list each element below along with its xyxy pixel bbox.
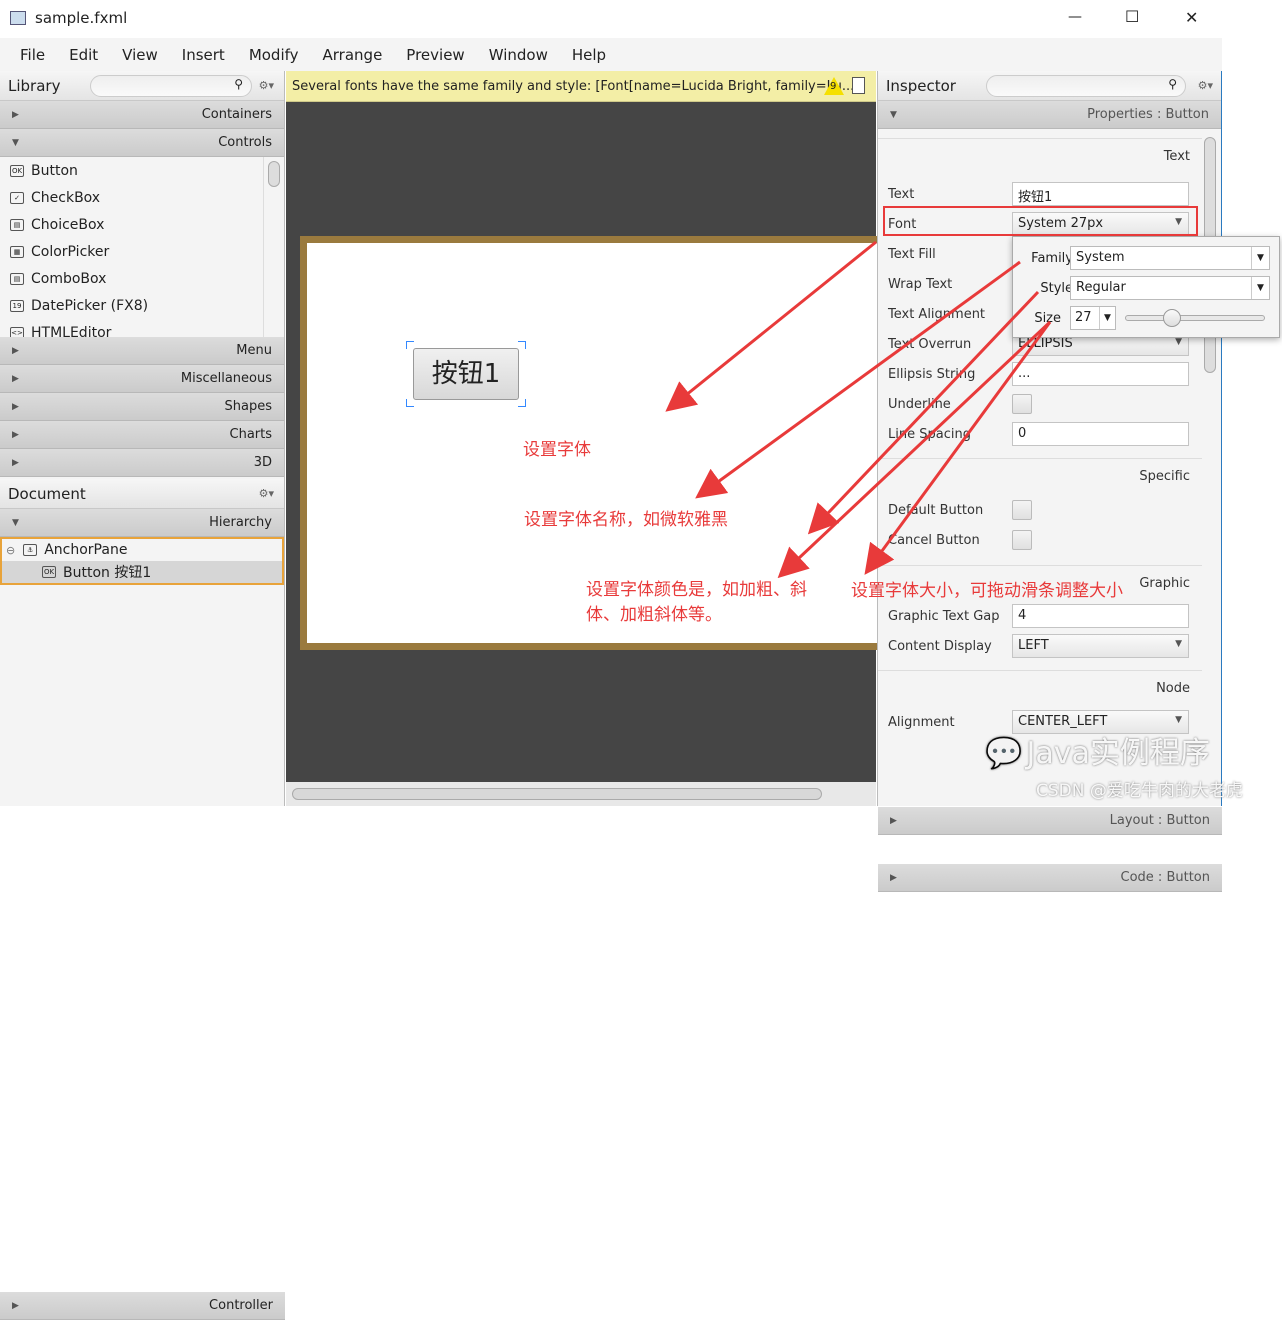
- expand-arrow-icon: ▶: [890, 872, 897, 883]
- section-label: Controller: [209, 1298, 273, 1313]
- controller-section[interactable]: ▶ Controller: [0, 1292, 285, 1320]
- watermark-brand: Java实例程序: [1026, 736, 1210, 771]
- arrow-family: [695, 260, 1021, 499]
- section-label: Code : Button: [1120, 870, 1210, 885]
- arrow-size-b: [864, 321, 1052, 575]
- wechat-icon: 💬: [985, 736, 1023, 771]
- code-section[interactable]: ▶ Code : Button: [878, 864, 1222, 892]
- annotation-arrows: [665, 240, 1052, 579]
- arrow-size-a: [777, 320, 1052, 579]
- expand-arrow-icon: ▶: [12, 1300, 19, 1311]
- watermark: 💬 Java实例程序: [985, 728, 1210, 772]
- annotation-size: 设置字体大小，可拖动滑条调整大小: [851, 581, 1123, 601]
- arrow-font: [665, 240, 877, 412]
- layout-section[interactable]: ▶ Layout : Button: [878, 807, 1222, 835]
- watermark-credit: CSDN @爱吃牛肉的大老虎: [1036, 781, 1243, 801]
- annotation-style: 设置字体颜色是，如加粗、斜体、加粗斜体等。: [586, 580, 807, 625]
- section-label: Layout : Button: [1109, 813, 1210, 828]
- expand-arrow-icon: ▶: [890, 815, 897, 826]
- annotation-font: 设置字体: [523, 440, 591, 460]
- annotation-family: 设置字体名称，如微软雅黑: [524, 510, 728, 530]
